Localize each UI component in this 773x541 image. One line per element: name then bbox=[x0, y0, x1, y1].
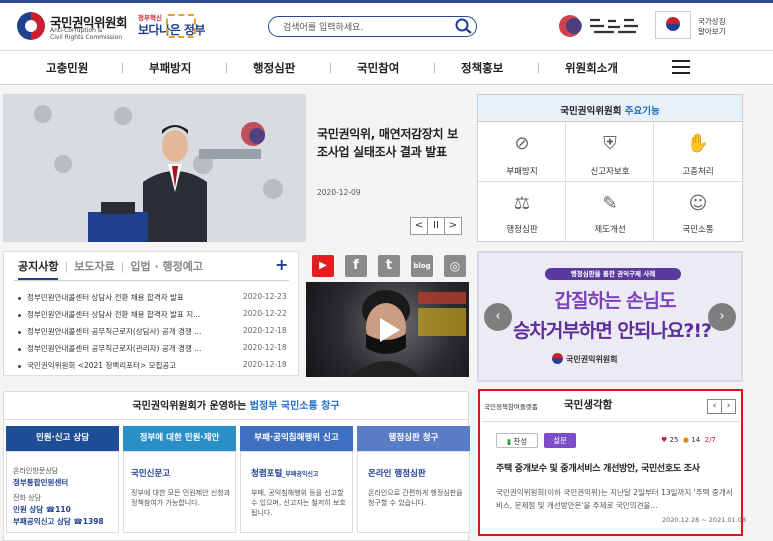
nav-item-admin-appeals[interactable]: 행정심판 bbox=[253, 60, 295, 76]
banner-prev-button[interactable]: ‹ bbox=[484, 303, 512, 331]
function-label: 부패방지 bbox=[506, 167, 538, 177]
function-label: 제도개선 bbox=[594, 225, 626, 235]
news-next-button[interactable]: > bbox=[444, 217, 462, 235]
news-photo[interactable] bbox=[3, 94, 306, 242]
channel-head-appeal[interactable]: 행정심판 청구 bbox=[357, 426, 470, 451]
org-name-en-2: Civil Rights Commission bbox=[50, 34, 123, 41]
nav-item-complaints[interactable]: 고충민원 bbox=[46, 60, 88, 76]
thought-title[interactable]: 국민생각함 bbox=[564, 397, 612, 412]
notice-divider bbox=[14, 280, 289, 281]
function-label: 고충처리 bbox=[682, 167, 714, 177]
thought-subtitle: 국민정책참여플랫폼 bbox=[484, 403, 538, 411]
thought-prev-button[interactable]: ‹ bbox=[707, 399, 722, 414]
org-name-en-1: Anti-Corruption & bbox=[50, 27, 103, 34]
thought-next-button[interactable]: › bbox=[721, 399, 736, 414]
tab-press-releases[interactable]: 보도자료 bbox=[74, 260, 114, 273]
banner-next-button[interactable]: › bbox=[708, 303, 736, 331]
blog-icon[interactable]: blog bbox=[411, 255, 433, 277]
function-label: 행정심판 bbox=[506, 225, 538, 235]
national-slogan-logo-icon[interactable] bbox=[558, 12, 648, 40]
thought-description: 국민권익위원회(이하 국민권익위)는 지난달 2일부터 13일까지 '주택 중개… bbox=[496, 488, 733, 510]
shield-icon: ⛨ bbox=[603, 133, 617, 154]
channel-desc: 온라인으로 간편하게 행정심판을 청구할 수 있습니다. bbox=[368, 489, 463, 507]
nav-divider bbox=[330, 63, 331, 73]
channel-head-report[interactable]: 부패·공익침해행위 신고 bbox=[240, 426, 353, 451]
play-icon[interactable] bbox=[380, 318, 400, 342]
news-date: 2020-12-09 bbox=[317, 188, 361, 197]
channel-head-petition[interactable]: 정부에 대한 민원·제안 bbox=[123, 426, 236, 451]
channel-head-consult[interactable]: 민원·신고 상담 bbox=[6, 426, 119, 451]
no-entry-icon: ⊘ bbox=[514, 133, 530, 154]
nav-divider bbox=[122, 63, 123, 73]
gavel-icon: ⚖ bbox=[513, 193, 531, 214]
news-pause-button[interactable]: II bbox=[427, 217, 445, 235]
banner-logo-text: 국민권익위원회 bbox=[566, 355, 618, 364]
nav-item-anticorruption[interactable]: 부패방지 bbox=[149, 60, 191, 76]
channel-text: 전화 상담 bbox=[13, 494, 41, 502]
banner-line-2: 승차거부하면 안되나요?!? bbox=[512, 320, 712, 342]
notice-tabs: 공지사항 | 보도자료 | 입법 · 행정예고 bbox=[18, 258, 203, 280]
channel-text: 온라인방문상담 bbox=[13, 467, 59, 475]
function-label: 신고자보호 bbox=[590, 167, 630, 177]
news-prev-button[interactable]: < bbox=[410, 217, 428, 235]
tab-legislation[interactable]: 입법 · 행정예고 bbox=[130, 260, 203, 273]
taegeuk-icon bbox=[666, 17, 680, 31]
thought-divider bbox=[482, 421, 740, 422]
tab-notices[interactable]: 공지사항 bbox=[18, 260, 59, 280]
news-headline[interactable]: 국민권익위, 매연저감장치 보조사업 실태조사 결과 발표 bbox=[317, 125, 465, 161]
banner-logo-icon bbox=[552, 353, 563, 364]
comment-icon: ● bbox=[682, 436, 689, 444]
people-chat-icon: ☺ bbox=[688, 193, 708, 214]
commission-logo-icon[interactable] bbox=[17, 12, 45, 40]
channel-link-gov-center[interactable]: 정부통합민원센터 bbox=[13, 477, 68, 488]
heart-icon: ♥ bbox=[661, 436, 668, 444]
function-label: 국민소통 bbox=[682, 225, 714, 235]
twitter-icon[interactable]: t bbox=[378, 255, 400, 277]
instagram-icon[interactable]: ◎ bbox=[444, 255, 466, 277]
nav-item-participation[interactable]: 국민참여 bbox=[357, 60, 399, 76]
thought-date-range: 2020.12.28 ~ 2021.01.08 bbox=[662, 516, 747, 524]
nav-divider bbox=[538, 63, 539, 73]
document-edit-icon: ✎ bbox=[602, 193, 618, 214]
channel-desc: 정부에 대한 모든 민원제안 신청과 정책참여가 가능합니다. bbox=[131, 489, 231, 507]
banner-line-1: 갑질하는 손님도 bbox=[554, 290, 677, 312]
thought-nav: ‹ › bbox=[707, 399, 736, 414]
nav-item-policy-pr[interactable]: 정책홍보 bbox=[461, 60, 503, 76]
nav-divider bbox=[226, 63, 227, 73]
badge-agree: ▮ 찬성 bbox=[496, 433, 538, 448]
menu-icon[interactable] bbox=[672, 60, 690, 74]
channel-link-integrity-portal[interactable]: 청렴포털_부패공익신고 bbox=[251, 467, 318, 479]
youtube-icon[interactable]: ▶ bbox=[312, 255, 334, 277]
facebook-icon[interactable]: f bbox=[345, 255, 367, 277]
news-carousel-controls: < II > bbox=[410, 217, 462, 235]
handshake-icon: ✋ bbox=[686, 133, 710, 154]
nav-divider bbox=[434, 63, 435, 73]
gov-slogan-frame-icon bbox=[166, 14, 196, 38]
search-input[interactable]: 검색어를 입력하세요. bbox=[283, 20, 363, 33]
flag-label-2[interactable]: 알아보기 bbox=[698, 26, 726, 37]
channel-link-sinmungo[interactable]: 국민신문고 bbox=[131, 467, 170, 479]
main-functions-title: 국민권익위원회 주요기능 bbox=[560, 106, 660, 117]
badge-survey: 설문 bbox=[544, 433, 576, 448]
banner-pill: 행정심판을 통한 권익구제 사례 bbox=[545, 268, 681, 280]
thought-question[interactable]: 주택 중개보수 및 중개서비스 개선방안, 국민선호도 조사 bbox=[496, 461, 700, 474]
channels-title: 국민권익위원회가 운영하는 법정부 국민소통 창구 bbox=[132, 401, 340, 412]
channel-link-online-appeal[interactable]: 온라인 행정심판 bbox=[368, 467, 426, 479]
more-plus-icon[interactable]: + bbox=[275, 255, 288, 274]
thought-stats: ♥ 25 ● 14 2/7 bbox=[661, 436, 716, 444]
channel-link-phone-110[interactable]: 민원 상담 ☎110 bbox=[13, 504, 71, 515]
search-icon[interactable] bbox=[454, 17, 474, 35]
channel-desc: 부패, 공익침해행위 등을 신고할 수 있으며, 신고자는 철저히 보호됩니다. bbox=[251, 489, 346, 517]
channel-link-phone-1398[interactable]: 부패공익신고 상담 ☎1398 bbox=[13, 516, 104, 527]
channels-divider bbox=[3, 419, 469, 420]
nav-item-about[interactable]: 위원회소개 bbox=[565, 60, 618, 76]
top-accent-bar bbox=[0, 0, 773, 3]
